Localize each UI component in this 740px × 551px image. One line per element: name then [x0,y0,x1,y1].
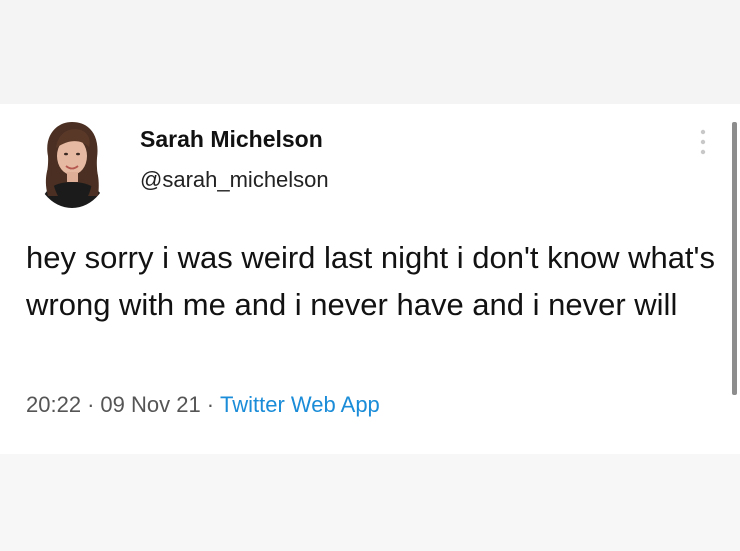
tweet-text: hey sorry i was weird last night i don't… [26,240,715,322]
tweet-meta: 20:22 · 09 Nov 21 · Twitter Web App [26,392,380,418]
tweet-source-link[interactable]: Twitter Web App [220,392,380,417]
profile-photo-icon [34,116,110,208]
author-display-name[interactable]: Sarah Michelson [140,126,323,153]
avatar[interactable] [34,116,110,208]
scrollbar[interactable] [732,122,737,395]
tweet-card: Sarah Michelson @sarah_michelson hey sor… [0,104,740,454]
bottom-background [0,454,740,551]
author-handle[interactable]: @sarah_michelson [140,167,329,193]
top-background [0,0,740,104]
tweet-date[interactable]: 09 Nov 21 [100,392,200,417]
meta-separator: · [206,392,215,417]
vertical-ellipsis-icon [700,129,706,155]
more-options-button[interactable] [688,122,718,162]
tweet-time[interactable]: 20:22 [26,392,81,417]
meta-separator: · [87,392,95,417]
